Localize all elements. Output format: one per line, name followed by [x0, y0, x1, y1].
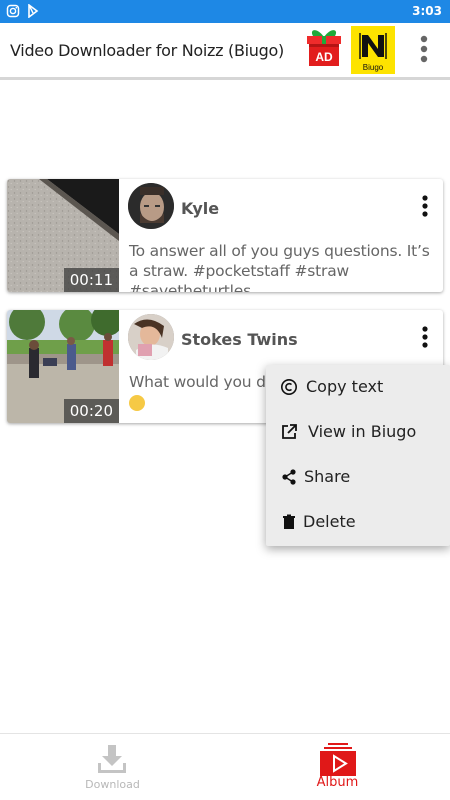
context-menu: Copy text View in Biugo Share Delete: [266, 365, 450, 546]
video-thumbnail[interactable]: 00:11: [7, 179, 119, 292]
video-caption-text: What would you do i: [129, 373, 284, 391]
play-store-icon: [28, 4, 39, 18]
biugo-button[interactable]: Biugo: [351, 26, 395, 74]
nav-album-label: Album: [316, 775, 359, 790]
video-thumbnail[interactable]: 00:20: [7, 310, 119, 423]
video-caption: To answer all of you guys questions. It’…: [129, 242, 430, 292]
nav-download[interactable]: Download: [0, 734, 225, 800]
menu-item-label: Delete: [303, 512, 356, 531]
nav-album[interactable]: Album: [225, 734, 450, 800]
menu-item-label: View in Biugo: [308, 422, 417, 441]
noizz-logo-icon: [359, 33, 387, 59]
avatar-image: [128, 314, 174, 360]
biugo-label: Biugo: [362, 63, 384, 72]
bottom-nav: Download Album: [0, 733, 450, 800]
menu-item-delete[interactable]: Delete: [266, 500, 450, 545]
username: Stokes Twins: [181, 330, 298, 349]
download-icon: [98, 745, 126, 773]
video-duration: 00:20: [63, 399, 119, 423]
share-icon: [282, 469, 296, 485]
ad-label: AD: [315, 50, 333, 64]
video-card[interactable]: 00:11 Kyle To answer all of you guys que…: [7, 179, 443, 292]
video-duration: 00:11: [63, 268, 119, 292]
gift-ad-icon: AD: [307, 30, 341, 66]
menu-item-copy-text[interactable]: Copy text: [266, 365, 450, 410]
external-link-icon: [282, 424, 297, 439]
trash-icon: [283, 514, 295, 529]
username: Kyle: [181, 199, 220, 218]
ad-gift-button[interactable]: AD: [305, 25, 343, 69]
app-title: Video Downloader for Noizz (Biugo): [10, 41, 284, 60]
avatar[interactable]: [128, 314, 174, 360]
nav-download-label: Download: [85, 778, 140, 791]
emoji-icon: [129, 394, 145, 411]
card-more-button[interactable]: [415, 193, 435, 219]
overflow-menu-button[interactable]: [414, 33, 434, 67]
instagram-icon: [6, 4, 20, 18]
copyright-icon: [281, 379, 297, 395]
more-vert-icon: [420, 35, 428, 63]
menu-item-share[interactable]: Share: [266, 455, 450, 500]
status-time: 3:03: [412, 4, 442, 18]
status-bar: 3:03: [0, 0, 450, 23]
more-vert-icon: [422, 326, 428, 348]
card-more-button[interactable]: [415, 324, 435, 350]
menu-item-label: Copy text: [306, 377, 384, 396]
more-vert-icon: [422, 195, 428, 217]
app-bar: Video Downloader for Noizz (Biugo) AD Bi…: [0, 23, 450, 80]
avatar-image: [128, 183, 174, 229]
menu-item-label: Share: [304, 467, 351, 486]
album-icon: [320, 743, 356, 776]
avatar[interactable]: [128, 183, 174, 229]
menu-item-view-in-biugo[interactable]: View in Biugo: [266, 410, 450, 455]
